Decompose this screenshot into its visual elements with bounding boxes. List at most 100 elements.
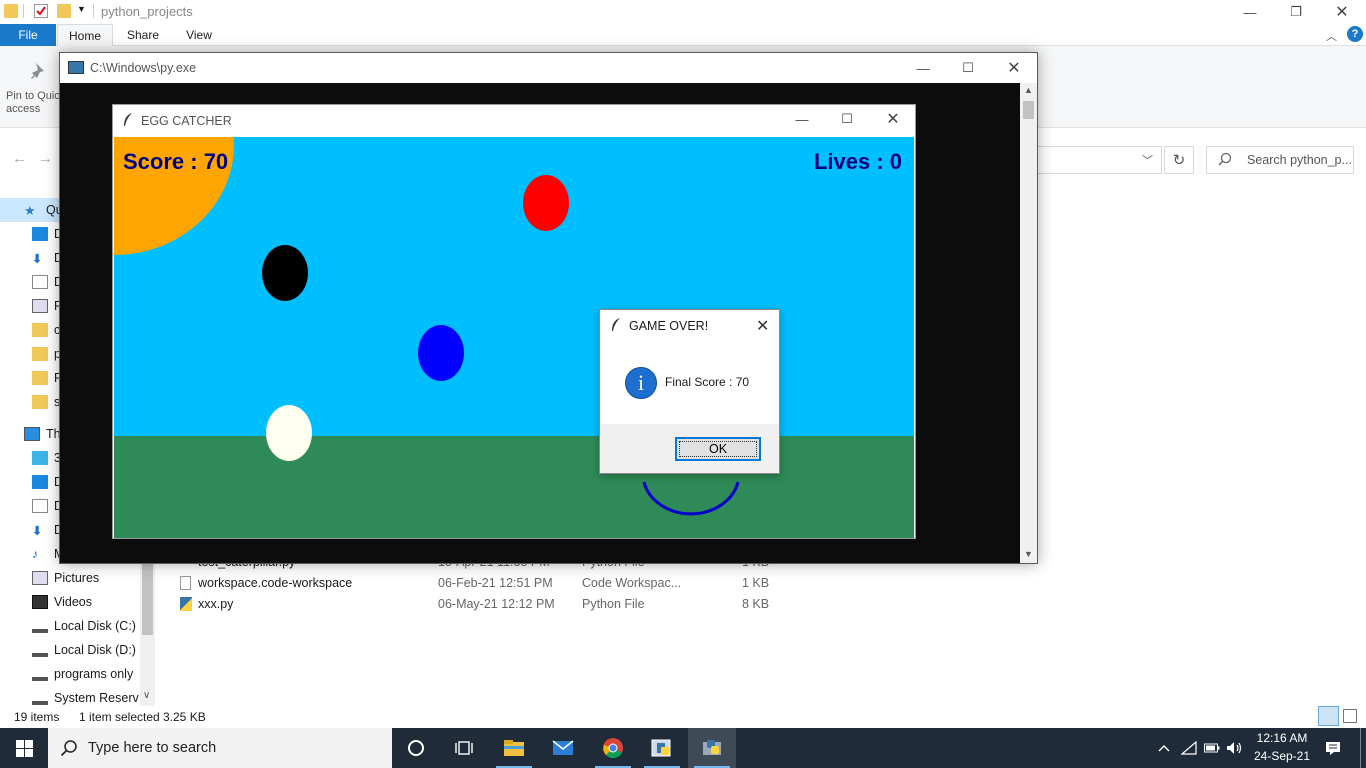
folder-icon [32, 323, 48, 337]
drive-icon [32, 619, 48, 633]
battery-icon[interactable] [1202, 728, 1222, 768]
help-icon[interactable]: ? [1347, 26, 1363, 42]
task-view-icon [455, 741, 473, 755]
nav-item-folder[interactable]: p [32, 342, 61, 366]
close-button[interactable]: ✕ [991, 56, 1037, 80]
search-icon [1218, 152, 1232, 169]
nav-this-pc[interactable]: Th [24, 422, 61, 446]
taskbar-mail[interactable] [539, 728, 587, 768]
egg-red [523, 175, 569, 231]
notifications-icon[interactable] [1318, 728, 1348, 768]
file-row[interactable]: xxx.py 06-May-21 12:12 PM Python File 8 … [180, 594, 780, 615]
desktop-icon [32, 475, 48, 489]
search-icon [60, 739, 78, 760]
tab-share[interactable]: Share [118, 24, 168, 46]
file-icon [180, 576, 191, 590]
close-button[interactable]: ✕ [870, 107, 916, 131]
tab-home[interactable]: Home [57, 24, 113, 46]
nav-quick-access[interactable]: ★ Qu [24, 198, 63, 222]
scroll-up-icon[interactable]: ▲ [1024, 85, 1033, 95]
nav-item-pictures[interactable]: Pictures [32, 566, 99, 590]
nav-item-folder[interactable]: s [32, 390, 60, 414]
refresh-button[interactable]: ↻ [1164, 146, 1194, 174]
dialog-message: Final Score : 70 [665, 375, 750, 389]
drive-icon [32, 667, 48, 681]
game-canvas[interactable]: Score : 70 Lives : 0 [114, 137, 914, 538]
tab-view[interactable]: View [174, 24, 224, 46]
python-file-icon [180, 597, 192, 611]
document-icon [32, 499, 48, 513]
search-placeholder: Search python_p... [1247, 153, 1352, 167]
nav-item-pictures[interactable]: P [32, 294, 62, 318]
separator [23, 4, 24, 18]
item-count: 19 items [14, 710, 60, 724]
chevron-down-icon[interactable]: ▼ [77, 4, 86, 14]
close-button[interactable]: ✕ [1319, 0, 1365, 24]
dialog-title: GAME OVER! [629, 319, 709, 333]
download-icon: ⬇ [32, 524, 43, 538]
console-titlebar [60, 53, 1037, 83]
scroll-down-icon[interactable]: ▼ [1024, 549, 1033, 559]
show-desktop-button[interactable] [1360, 728, 1361, 768]
info-icon: i [625, 367, 657, 399]
tab-file[interactable]: File [0, 24, 56, 46]
console-scrollbar[interactable] [1020, 83, 1037, 563]
game-over-dialog: GAME OVER! ✕ i Final Score : 70 OK [599, 309, 780, 474]
properties-icon[interactable] [34, 4, 48, 18]
minimize-button[interactable]: — [779, 107, 825, 131]
nav-item-videos[interactable]: Videos [32, 590, 92, 614]
download-icon: ⬇ [32, 252, 43, 266]
separator [93, 4, 94, 18]
explorer-titlebar [0, 0, 1366, 24]
details-view-icon[interactable] [1318, 706, 1339, 726]
game-title: EGG CATCHER [141, 114, 232, 128]
chevron-down-icon[interactable]: ∨ [143, 690, 150, 701]
chevron-up-icon[interactable] [1154, 728, 1174, 768]
nav-item-folder[interactable]: c [32, 318, 60, 342]
pictures-icon [32, 299, 48, 313]
clock-time[interactable]: 12:16 AM [1256, 731, 1308, 745]
taskbar-file-explorer[interactable] [490, 728, 538, 768]
folder-icon [32, 395, 48, 409]
egg-catcher-window: EGG CATCHER — ☐ ✕ Score : 70 Lives : 0 [112, 104, 916, 539]
back-arrow-icon[interactable]: ← [12, 150, 27, 167]
cortana-button[interactable] [392, 728, 440, 768]
taskbar-chrome[interactable] [589, 728, 637, 768]
volume-icon[interactable] [1224, 728, 1246, 768]
minimize-button[interactable]: — [900, 56, 946, 80]
folder-icon [4, 4, 18, 18]
nav-item-drive-d[interactable]: Local Disk (D:) [32, 638, 136, 662]
ok-button[interactable]: OK [675, 437, 761, 461]
nav-item-drive-c[interactable]: Local Disk (C:) [32, 614, 136, 638]
chevron-up-icon[interactable]: ︿ [1326, 28, 1337, 44]
task-view-button[interactable] [440, 728, 488, 768]
clock-date[interactable]: 24-Sep-21 [1252, 749, 1312, 763]
chrome-icon [603, 738, 623, 759]
windows-icon [15, 739, 33, 757]
egg-blue [418, 325, 464, 381]
file-row[interactable]: workspace.code-workspace 06-Feb-21 12:51… [180, 573, 780, 594]
large-icons-view-icon[interactable] [1343, 709, 1357, 723]
nav-item-programs[interactable]: programs only [32, 662, 133, 686]
pin-icon[interactable] [28, 60, 50, 85]
minimize-button[interactable]: — [1227, 0, 1273, 24]
console-title: C:\Windows\py.exe [90, 61, 197, 75]
dialog-close-button[interactable]: ✕ [756, 316, 769, 336]
mail-icon [552, 740, 574, 755]
forward-arrow-icon[interactable]: → [38, 150, 53, 167]
pictures-icon [32, 571, 48, 585]
maximize-button[interactable]: ☐ [824, 107, 870, 131]
maximize-button[interactable]: ☐ [945, 56, 991, 80]
new-folder-icon[interactable] [57, 4, 71, 18]
wifi-icon[interactable] [1178, 728, 1200, 768]
drive-icon [32, 691, 48, 705]
feather-icon [610, 317, 622, 336]
egg-ivory [266, 405, 312, 461]
chevron-down-icon[interactable]: ﹀ [1142, 152, 1153, 168]
console-scrollbar-thumb[interactable] [1023, 101, 1034, 119]
nav-item-3d-objects[interactable]: 3 [32, 446, 61, 470]
taskbar-python-idle[interactable] [638, 728, 686, 768]
maximize-button[interactable]: ❐ [1273, 0, 1319, 24]
taskbar-python[interactable] [688, 728, 736, 768]
start-button[interactable] [0, 728, 48, 768]
